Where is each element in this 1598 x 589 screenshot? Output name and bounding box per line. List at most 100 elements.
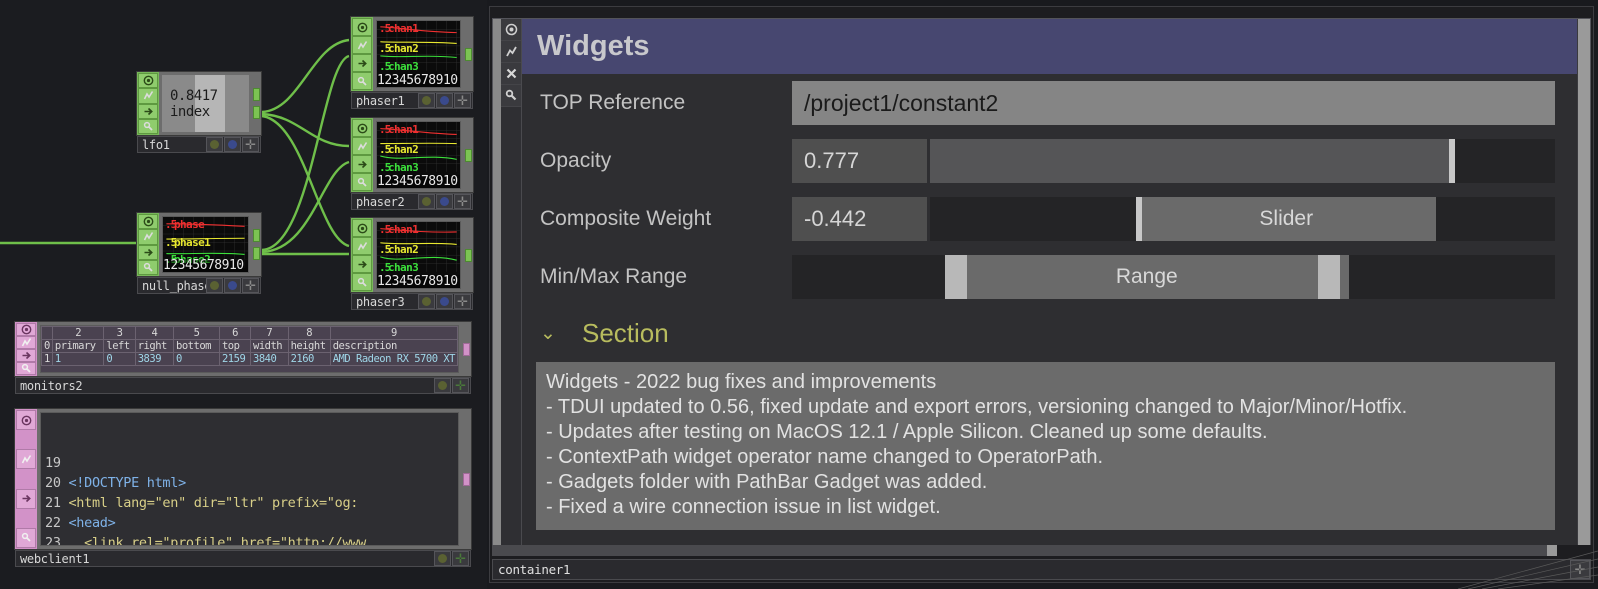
range-slider-fill[interactable]: Range <box>944 255 1349 299</box>
panel-right-scrollbar[interactable] <box>1577 19 1590 547</box>
viewer-flag-icon[interactable] <box>352 119 372 137</box>
export-flag-icon[interactable] <box>16 349 36 362</box>
panel-hscrollbar-track[interactable] <box>492 545 1548 556</box>
lock-flag-icon[interactable] <box>16 362 36 375</box>
node-monitors2[interactable]: 2 3 4 5 6 7 8 9 0 primary left right bot… <box>14 321 472 394</box>
clone-toggle[interactable] <box>436 194 453 209</box>
phaser3-outputs[interactable] <box>464 218 473 292</box>
animation-flag-icon[interactable] <box>16 336 36 349</box>
lock-flag-icon[interactable] <box>352 72 372 90</box>
export-flag-icon[interactable] <box>138 103 158 119</box>
expand-button[interactable]: ✛ <box>452 378 469 393</box>
viewer-toggle[interactable] <box>418 294 435 309</box>
lock-flag-icon[interactable] <box>138 259 158 275</box>
expand-button[interactable]: ✛ <box>242 137 259 152</box>
output-connector[interactable] <box>465 47 472 61</box>
animation-flag-icon[interactable] <box>138 88 158 104</box>
viewer-toggle[interactable] <box>206 137 223 152</box>
viewer-flag-icon[interactable] <box>16 410 36 430</box>
panel-toolbar[interactable] <box>501 19 522 547</box>
monitors2-outputs[interactable] <box>462 322 471 376</box>
lfo1-outputs[interactable] <box>252 72 261 135</box>
viewer-flag-icon[interactable] <box>16 323 36 336</box>
bypass-icon[interactable] <box>501 41 521 63</box>
output-connector[interactable] <box>253 229 260 242</box>
opacity-slider-track[interactable] <box>930 139 1555 183</box>
output-connector[interactable] <box>465 148 472 162</box>
node-phaser2[interactable]: .5 chan1 .5 chan2 .5 chan3 12345678910 p… <box>350 117 474 210</box>
node-flags-phaser2[interactable] <box>351 118 373 192</box>
control-composite-weight[interactable]: -0.442 Slider <box>792 197 1555 241</box>
viewer-flag-icon[interactable] <box>138 214 158 230</box>
section-notes-field[interactable]: Widgets - 2022 bug fixes and improvement… <box>536 362 1555 530</box>
node-flags-monitors2[interactable] <box>15 322 37 376</box>
composite-weight-value-field[interactable]: -0.442 <box>792 197 927 241</box>
null-phase-outputs[interactable] <box>252 213 261 276</box>
lock-flag-icon[interactable] <box>16 527 36 548</box>
viewer-toggle[interactable] <box>418 93 435 108</box>
animation-flag-icon[interactable] <box>352 237 372 255</box>
lock-flag-icon[interactable] <box>352 273 372 291</box>
node-namebar-monitors2[interactable]: monitors2 ✛ <box>15 377 471 394</box>
animation-flag-icon[interactable] <box>16 449 36 470</box>
node-flags-lfo1[interactable] <box>137 72 159 135</box>
node-flags-webclient1[interactable] <box>15 409 37 549</box>
node-webclient1[interactable]: 19 20 <!DOCTYPE html> 21 <html lang="en"… <box>14 408 472 567</box>
opacity-value-field[interactable]: 0.777 <box>792 139 927 183</box>
lock-flag-icon[interactable] <box>352 173 372 191</box>
viewer-flag-icon[interactable] <box>352 18 372 36</box>
node-flags-phaser1[interactable] <box>351 17 373 91</box>
control-opacity[interactable]: 0.777 <box>792 139 1555 183</box>
control-min-max-range[interactable]: Range <box>792 255 1555 299</box>
phaser1-outputs[interactable] <box>464 17 473 91</box>
output-connector[interactable] <box>253 88 260 101</box>
viewer-flag-icon[interactable] <box>352 219 372 237</box>
clone-toggle[interactable] <box>436 294 453 309</box>
node-namebar-null-phase[interactable]: null_phase ✛ <box>137 277 261 294</box>
webclient1-outputs[interactable] <box>462 409 471 549</box>
output-connector[interactable] <box>253 106 260 119</box>
panel-left-scrollbar[interactable] <box>493 19 501 547</box>
expand-button[interactable]: ✛ <box>454 294 471 309</box>
lock-icon[interactable] <box>501 85 521 107</box>
viewer-flag-icon[interactable] <box>138 73 158 89</box>
node-namebar-phaser1[interactable]: phaser1 ✛ <box>351 92 473 109</box>
animation-flag-icon[interactable] <box>138 229 158 245</box>
viewer-toggle[interactable] <box>206 278 223 293</box>
table-row[interactable]: 0 primary left right bottom top width he… <box>41 339 458 353</box>
composite-weight-slider-track[interactable]: Slider <box>930 197 1555 241</box>
viewer-active-icon[interactable] <box>501 19 521 41</box>
expand-button[interactable]: ✛ <box>454 93 471 108</box>
clone-toggle[interactable] <box>436 93 453 108</box>
section-header[interactable]: ⌄ Section <box>522 306 1577 360</box>
opacity-slider-handle[interactable] <box>1448 139 1455 183</box>
output-connector[interactable] <box>463 472 470 486</box>
export-flag-icon[interactable] <box>352 155 372 173</box>
export-flag-icon[interactable] <box>16 488 36 509</box>
range-min-handle[interactable] <box>944 255 967 299</box>
node-flags-phaser3[interactable] <box>351 218 373 292</box>
node-phaser3[interactable]: .5 chan1 .5 chan2 .5 chan3 12345678910 p… <box>350 217 474 310</box>
composite-weight-slider-block[interactable]: Slider <box>1136 197 1437 241</box>
expand-button[interactable]: ✛ <box>452 551 469 566</box>
lock-flag-icon[interactable] <box>138 118 158 134</box>
range-slider-track[interactable]: Range <box>792 255 1555 299</box>
node-lfo1[interactable]: 0.8417 index lfo1 ✛ <box>136 71 262 153</box>
animation-flag-icon[interactable] <box>352 36 372 54</box>
animation-flag-icon[interactable] <box>352 137 372 155</box>
phaser2-outputs[interactable] <box>464 118 473 192</box>
node-namebar-lfo1[interactable]: lfo1 ✛ <box>137 136 261 153</box>
table-row[interactable]: 1 1 0 3839 0 2159 3840 2160 AMD Radeon R… <box>41 352 458 366</box>
range-max-handle[interactable] <box>1318 255 1341 299</box>
clone-toggle[interactable] <box>224 137 241 152</box>
output-connector[interactable] <box>463 342 470 356</box>
node-flags-null-phase[interactable] <box>137 213 159 276</box>
chevron-down-icon[interactable]: ⌄ <box>540 322 570 345</box>
container-panel-node[interactable]: Widgets TOP Reference /project1/constant… <box>489 6 1594 583</box>
export-flag-icon[interactable] <box>352 255 372 273</box>
node-null-phase[interactable]: .5 phase .5 phase1 .5 phase2 12345678910 <box>136 212 262 294</box>
top-reference-input[interactable]: /project1/constant2 <box>792 81 1555 125</box>
output-connector[interactable] <box>465 248 472 262</box>
viewer-toggle[interactable] <box>434 551 451 566</box>
network-editor[interactable]: 0.8417 index lfo1 ✛ .5 phase .5 phase1 .… <box>0 0 487 589</box>
